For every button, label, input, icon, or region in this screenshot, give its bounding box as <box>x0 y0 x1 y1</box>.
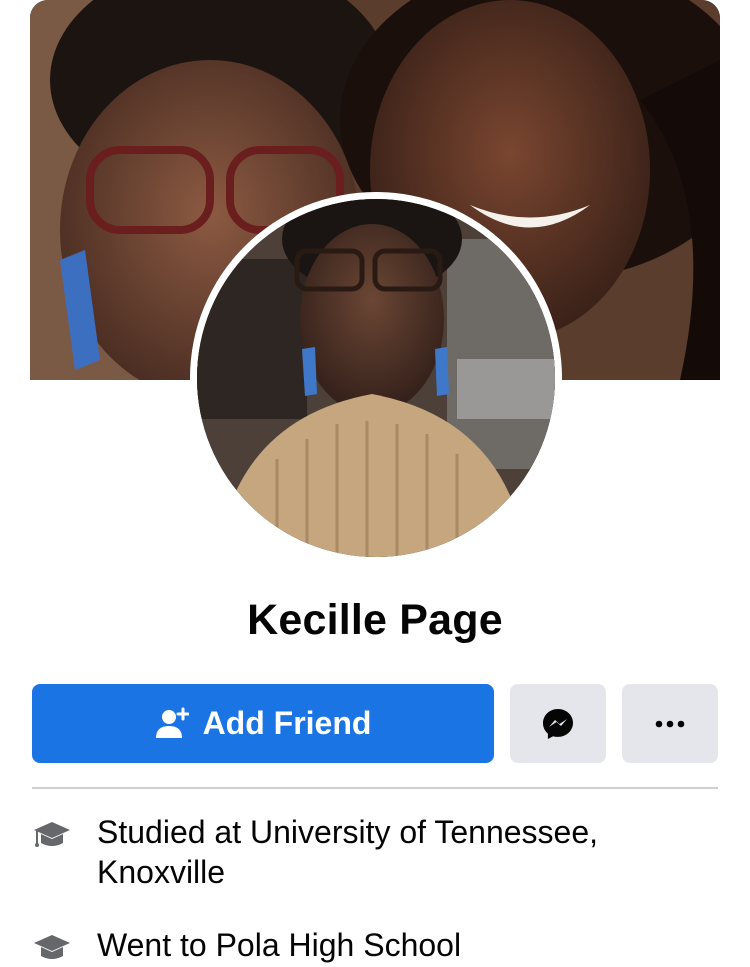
school-link[interactable]: Pola High School <box>216 927 461 963</box>
intro-text: Studied at University of Tennessee, Knox… <box>97 812 707 892</box>
intro-text: Went to Pola High School <box>97 925 707 965</box>
graduation-cap-icon <box>34 822 70 847</box>
message-button[interactable] <box>510 684 606 763</box>
messenger-icon <box>543 708 573 739</box>
intro-item-education: Studied at University of Tennessee, Knox… <box>32 812 718 892</box>
intro-item-high-school: Went to Pola High School <box>32 925 718 967</box>
profile-name: Kecille Page <box>247 596 503 644</box>
profile-picture-image <box>197 199 555 557</box>
intro-prefix: Went to <box>97 927 216 963</box>
more-dots-icon <box>655 720 685 727</box>
add-friend-icon <box>155 707 189 738</box>
add-friend-label: Add Friend <box>202 705 372 741</box>
profile-picture[interactable] <box>197 199 555 557</box>
profile-actions: Add Friend <box>32 684 718 763</box>
graduation-cap-icon <box>34 935 70 959</box>
section-divider <box>32 787 718 789</box>
intro-prefix: Studied at <box>97 814 250 850</box>
more-options-button[interactable] <box>622 684 718 763</box>
add-friend-button[interactable]: Add Friend <box>32 684 494 763</box>
